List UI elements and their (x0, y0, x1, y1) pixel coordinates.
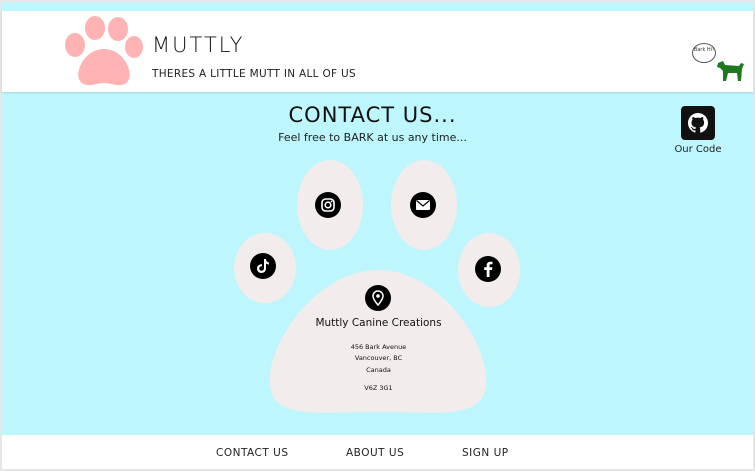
address-street: 456 Bark Avenue (350, 343, 407, 351)
instagram-icon[interactable] (315, 192, 341, 218)
address-postal: V6Z 3G1 (364, 384, 393, 392)
site-footer: CONTACT US ABOUT US SIGN UP (2, 435, 753, 469)
address-city: Vancouver, BC (354, 354, 403, 362)
facebook-icon[interactable] (475, 256, 501, 282)
tiktok-icon[interactable] (250, 253, 276, 279)
footer-link-about[interactable]: ABOUT US (346, 447, 404, 459)
company-name: Muttly Canine Creations (315, 317, 442, 329)
address-country: Canada (366, 366, 391, 374)
contact-paw (234, 160, 520, 413)
location-pin-icon[interactable] (365, 285, 391, 311)
email-icon[interactable] (410, 192, 436, 218)
footer-link-contact[interactable]: CONTACT US (216, 447, 288, 459)
footer-link-signup[interactable]: SIGN UP (462, 447, 509, 459)
